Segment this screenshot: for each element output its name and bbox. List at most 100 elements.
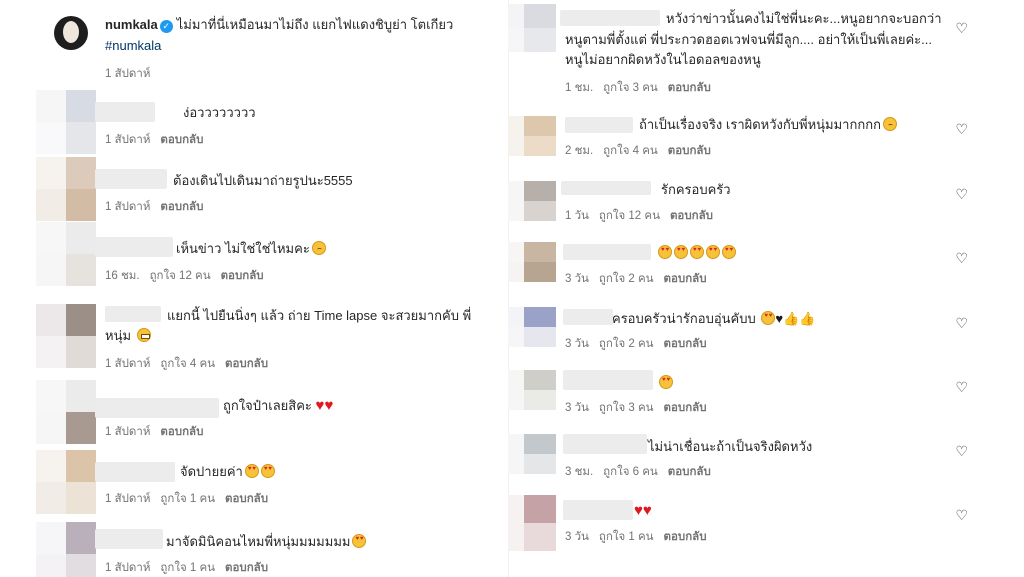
blurred-username[interactable] xyxy=(95,398,219,418)
thumbs-up-emoji-icon: 👍 xyxy=(799,311,816,326)
comment-row: แยกนี้ ไปยืนนิ่งๆ แล้ว ถ่าย Time lapse จ… xyxy=(0,292,508,372)
comment-time: 1 สัปดาห์ xyxy=(105,134,151,146)
comment-row: ต้องเดินไปเดินมาถ่ายรูปนะ5555 1 สัปดาห์ ต… xyxy=(0,157,508,221)
right-comment-column: หวังว่าข่าวนั้นคงไม่ใช่พี่นะคะ...หนูอยาก… xyxy=(508,0,1024,577)
comment-likes[interactable]: ถูกใจ 1 คน xyxy=(160,493,215,505)
like-heart-icon[interactable]: ♡ xyxy=(955,250,968,267)
reply-button[interactable]: ตอบกลับ xyxy=(160,201,203,213)
blurred-username[interactable] xyxy=(95,462,175,482)
left-comment-column: numkala ✓ ไม่มาที่นี่เหมือนมาไม่ถึง แยกไฟแ… xyxy=(0,0,508,577)
comment-meta: 3 ชม. ถูกใจ 6 คน ตอบกลับ xyxy=(565,463,721,481)
comment-text-continued: หนุ่ม xyxy=(105,328,132,343)
blurred-username[interactable] xyxy=(563,370,653,390)
red-heart-emoji-icon: ♥ xyxy=(642,502,652,519)
blurred-avatar xyxy=(36,157,96,221)
post-author-avatar[interactable] xyxy=(54,16,88,50)
post-caption-text: ไม่มาที่นี่เหมือนมาไม่ถึง แยกไฟแดงชิบูย่… xyxy=(176,17,454,32)
reply-button[interactable]: ตอบกลับ xyxy=(225,493,268,505)
blurred-username[interactable] xyxy=(563,434,647,454)
blurred-avatar xyxy=(36,450,96,514)
reply-button[interactable]: ตอบกลับ xyxy=(664,402,707,414)
comment-time: 2 ชม. xyxy=(565,145,594,157)
blurred-avatar xyxy=(508,116,556,156)
comment-text: หวังว่าข่าวนั้นคงไม่ใช่พี่นะคะ...หนูอยาก… xyxy=(666,11,942,26)
post-hashtag[interactable]: #numkala xyxy=(105,37,161,55)
blurred-username[interactable] xyxy=(560,10,660,26)
comment-time: 1 สัปดาห์ xyxy=(105,493,151,505)
blurred-username[interactable] xyxy=(95,169,167,189)
comment-likes[interactable]: ถูกใจ 2 คน xyxy=(599,338,654,350)
comment-time: 3 วัน xyxy=(565,402,589,414)
comment-likes[interactable]: ถูกใจ 2 คน xyxy=(599,273,654,285)
comment-likes[interactable]: ถูกใจ 4 คน xyxy=(160,358,215,370)
comment-time: 1 สัปดาห์ xyxy=(105,426,151,438)
comment-meta: 1 สัปดาห์ ถูกใจ 1 คน ตอบกลับ xyxy=(105,559,278,577)
comment-row: มาจัดมินิคอนไหมพี่หนุ่มมมมมมม 1 สัปดาห์ ถ… xyxy=(0,516,508,577)
comment-text: ครอบครัวน่ารักอบอุ่นคับบ xyxy=(612,311,756,326)
reply-button[interactable]: ตอบกลับ xyxy=(664,273,707,285)
reply-button[interactable]: ตอบกลับ xyxy=(221,270,264,282)
blurred-username[interactable] xyxy=(565,117,633,133)
reply-button[interactable]: ตอบกลับ xyxy=(160,134,203,146)
blurred-username[interactable] xyxy=(105,306,161,322)
like-heart-icon[interactable]: ♡ xyxy=(955,121,968,138)
heart-eyes-emoji-icon xyxy=(352,534,367,548)
comment-row: ถูกใจป๋าเลยสิคะ ♥♥ 1 สัปดาห์ ตอบกลับ xyxy=(0,380,508,444)
comment-text: ต้องเดินไปเดินมาถ่ายรูปนะ5555 xyxy=(173,173,353,188)
like-heart-icon[interactable]: ♡ xyxy=(955,186,968,203)
comment-time: 3 วัน xyxy=(565,338,589,350)
comment-row: ไม่น่าเชื่อนะถ้าเป็นจริงผิดหวัง 3 ชม. ถูก… xyxy=(508,432,1024,488)
comment-text: จัดปายยค่า xyxy=(180,464,243,479)
blurred-username[interactable] xyxy=(561,181,651,195)
comment-likes[interactable]: ถูกใจ 1 คน xyxy=(599,531,654,543)
comment-likes[interactable]: ถูกใจ 6 คน xyxy=(603,466,658,478)
comment-likes[interactable]: ถูกใจ 1 คน xyxy=(160,562,215,574)
like-heart-icon[interactable]: ♡ xyxy=(955,443,968,460)
blurred-username[interactable] xyxy=(563,500,633,520)
reply-button[interactable]: ตอบกลับ xyxy=(668,82,711,94)
comment-row: จัดปายยค่า 1 สัปดาห์ ถูกใจ 1 คน ตอบกลับ xyxy=(0,450,508,514)
heart-eyes-emoji-icon xyxy=(722,245,736,259)
comment-text: รักครอบครัว xyxy=(661,182,731,197)
like-heart-icon[interactable]: ♡ xyxy=(955,379,968,396)
blurred-avatar xyxy=(36,522,96,577)
verified-badge-icon: ✓ xyxy=(159,20,173,33)
blurred-username[interactable] xyxy=(95,102,155,122)
comment-likes[interactable]: ถูกใจ 4 คน xyxy=(603,145,658,157)
reply-button[interactable]: ตอบกลับ xyxy=(668,466,711,478)
reply-button[interactable]: ตอบกลับ xyxy=(225,562,268,574)
comment-time: 1 วัน xyxy=(565,210,589,222)
like-heart-icon[interactable]: ♡ xyxy=(955,315,968,332)
heart-eyes-emoji-icon xyxy=(260,464,275,478)
blurred-username[interactable] xyxy=(95,529,163,549)
reply-button[interactable]: ตอบกลับ xyxy=(668,145,711,157)
reply-button[interactable]: ตอบกลับ xyxy=(160,426,203,438)
comment-row: หวังว่าข่าวนั้นคงไม่ใช่พี่นะคะ...หนูอยาก… xyxy=(508,0,1024,98)
comment-time: 1 สัปดาห์ xyxy=(105,358,151,370)
blurred-avatar xyxy=(508,495,556,551)
comment-likes[interactable]: ถูกใจ 3 คน xyxy=(603,82,658,94)
blurred-avatar xyxy=(508,307,556,347)
comment-row: เห็นข่าว ไม่ใช่ใช่ไหมคะ 16 ชม. ถูกใจ 12 ค… xyxy=(0,222,508,286)
comment-likes[interactable]: ถูกใจ 3 คน xyxy=(599,402,654,414)
post-username[interactable]: numkala xyxy=(105,17,158,32)
like-heart-icon[interactable]: ♡ xyxy=(955,20,968,37)
blurred-avatar xyxy=(508,181,556,221)
comment-likes[interactable]: ถูกใจ 12 คน xyxy=(599,210,660,222)
reply-button[interactable]: ตอบกลับ xyxy=(670,210,713,222)
blurred-username[interactable] xyxy=(563,309,613,325)
reply-button[interactable]: ตอบกลับ xyxy=(225,358,268,370)
heart-eyes-emoji-icon xyxy=(674,245,688,259)
heart-eyes-emoji-icon xyxy=(690,245,704,259)
thumbs-up-emoji-icon: 👍 xyxy=(783,311,800,326)
comment-row: 3 วัน ถูกใจ 2 คน ตอบกลับ ♡ xyxy=(508,238,1024,294)
like-heart-icon[interactable]: ♡ xyxy=(955,507,968,524)
blurred-username[interactable] xyxy=(563,244,651,260)
comment-time: 1 ชม. xyxy=(565,82,594,94)
blurred-username[interactable] xyxy=(95,237,173,257)
comment-likes[interactable]: ถูกใจ 12 คน xyxy=(150,270,211,282)
black-heart-emoji-icon: ♥ xyxy=(775,311,784,326)
reply-button[interactable]: ตอบกลับ xyxy=(664,338,707,350)
blurred-avatar xyxy=(36,380,96,444)
reply-button[interactable]: ตอบกลับ xyxy=(664,531,707,543)
